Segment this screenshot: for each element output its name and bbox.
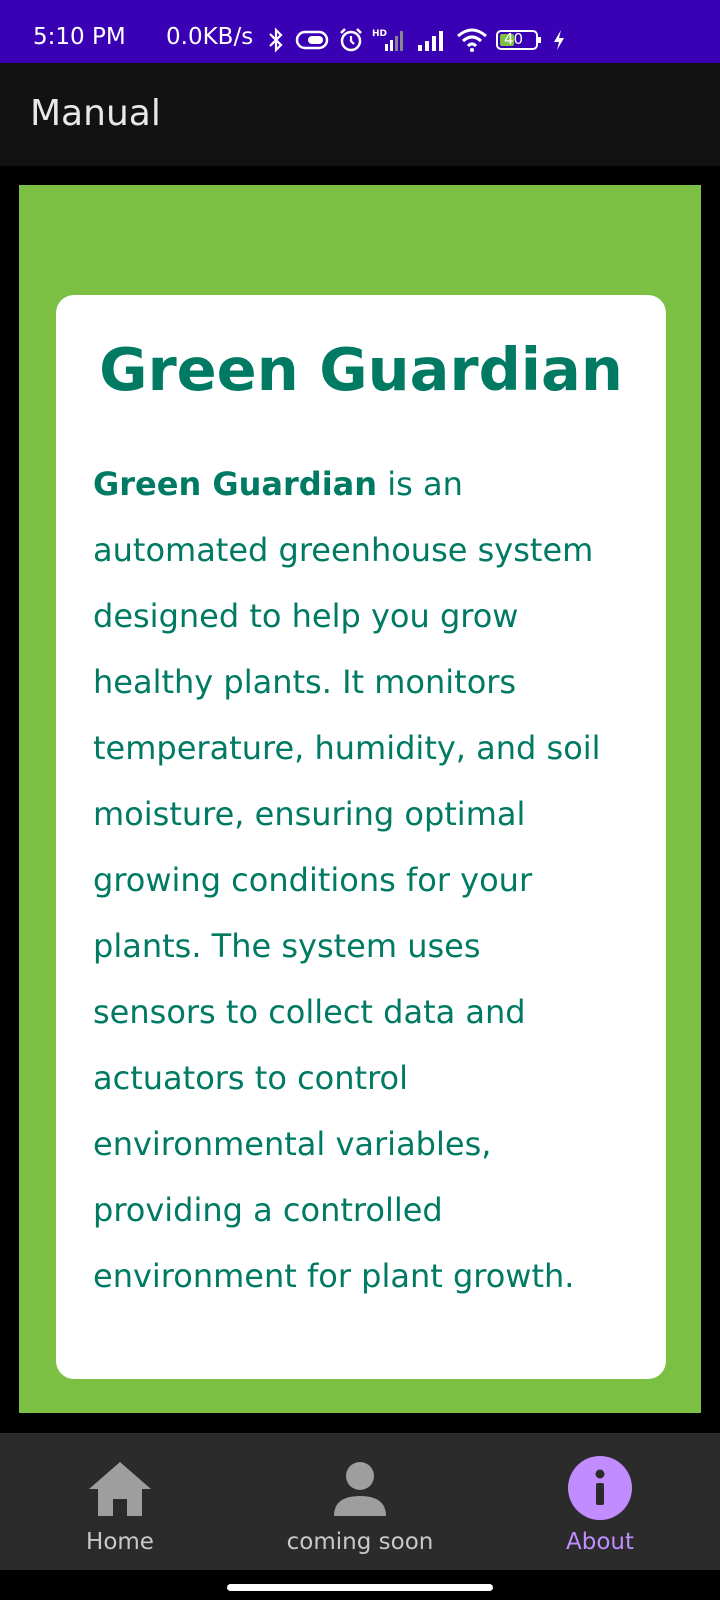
description-line: temperature, humidity, and soil — [93, 729, 601, 767]
description-line: healthy plants. It monitors — [93, 663, 517, 701]
battery-level: 40 — [504, 30, 524, 48]
info-icon — [568, 1456, 632, 1524]
home-icon — [86, 1459, 154, 1523]
nav-item-home[interactable]: Home — [0, 1433, 240, 1570]
screen: 5:10 PM 0.0KB/s HD 40 Manual Green Guard… — [0, 0, 720, 1600]
nav-label-about: About — [565, 1529, 634, 1555]
description-line: plants. The system uses — [93, 927, 481, 965]
signal-icon — [416, 27, 448, 53]
status-time: 5:10 PM — [33, 24, 126, 50]
nav-label-home: Home — [86, 1529, 154, 1555]
card-description: Green Guardian is an automated greenhous… — [93, 451, 653, 1309]
description-line: sensors to collect data and — [93, 993, 526, 1031]
hd-signal-icon: HD — [372, 27, 408, 53]
nav-label-coming-soon: coming soon — [286, 1529, 434, 1555]
status-bar: 5:10 PM 0.0KB/s HD 40 — [0, 0, 720, 63]
alarm-icon — [338, 27, 364, 53]
description-line: growing conditions for your — [93, 861, 533, 899]
gesture-bar — [0, 1570, 720, 1600]
description-line: designed to help you grow — [93, 597, 519, 635]
person-icon — [330, 1459, 390, 1523]
network-speed: 0.0KB/s — [166, 24, 254, 50]
description-line: moisture, ensuring optimal — [93, 795, 526, 833]
info-card: Green Guardian Green Guardian is an auto… — [56, 295, 666, 1379]
bluetooth-icon — [266, 27, 286, 53]
bottom-navigation: Home coming soon About — [0, 1433, 720, 1570]
nav-item-about[interactable]: About — [480, 1433, 720, 1570]
app-bar: Manual — [0, 63, 720, 166]
battery-icon: 40 — [496, 28, 544, 52]
description-line: actuators to control — [93, 1059, 408, 1097]
content-panel: Green Guardian Green Guardian is an auto… — [19, 185, 701, 1413]
description-bold-name: Green Guardian — [93, 465, 378, 503]
description-line: environment for plant growth. — [93, 1257, 575, 1295]
vibrate-icon — [294, 27, 330, 53]
home-gesture-handle[interactable] — [227, 1584, 493, 1591]
nav-item-coming-soon[interactable]: coming soon — [240, 1433, 480, 1570]
charging-icon — [552, 27, 566, 53]
description-line: automated greenhouse system — [93, 531, 594, 569]
description-line: providing a controlled — [93, 1191, 443, 1229]
wifi-icon — [456, 27, 488, 53]
description-line: is an — [377, 465, 463, 503]
card-title: Green Guardian — [99, 335, 623, 404]
status-icons: HD 40 — [266, 27, 566, 53]
page-title: Manual — [30, 93, 161, 134]
description-line: environmental variables, — [93, 1125, 492, 1163]
svg-text:HD: HD — [372, 29, 387, 39]
